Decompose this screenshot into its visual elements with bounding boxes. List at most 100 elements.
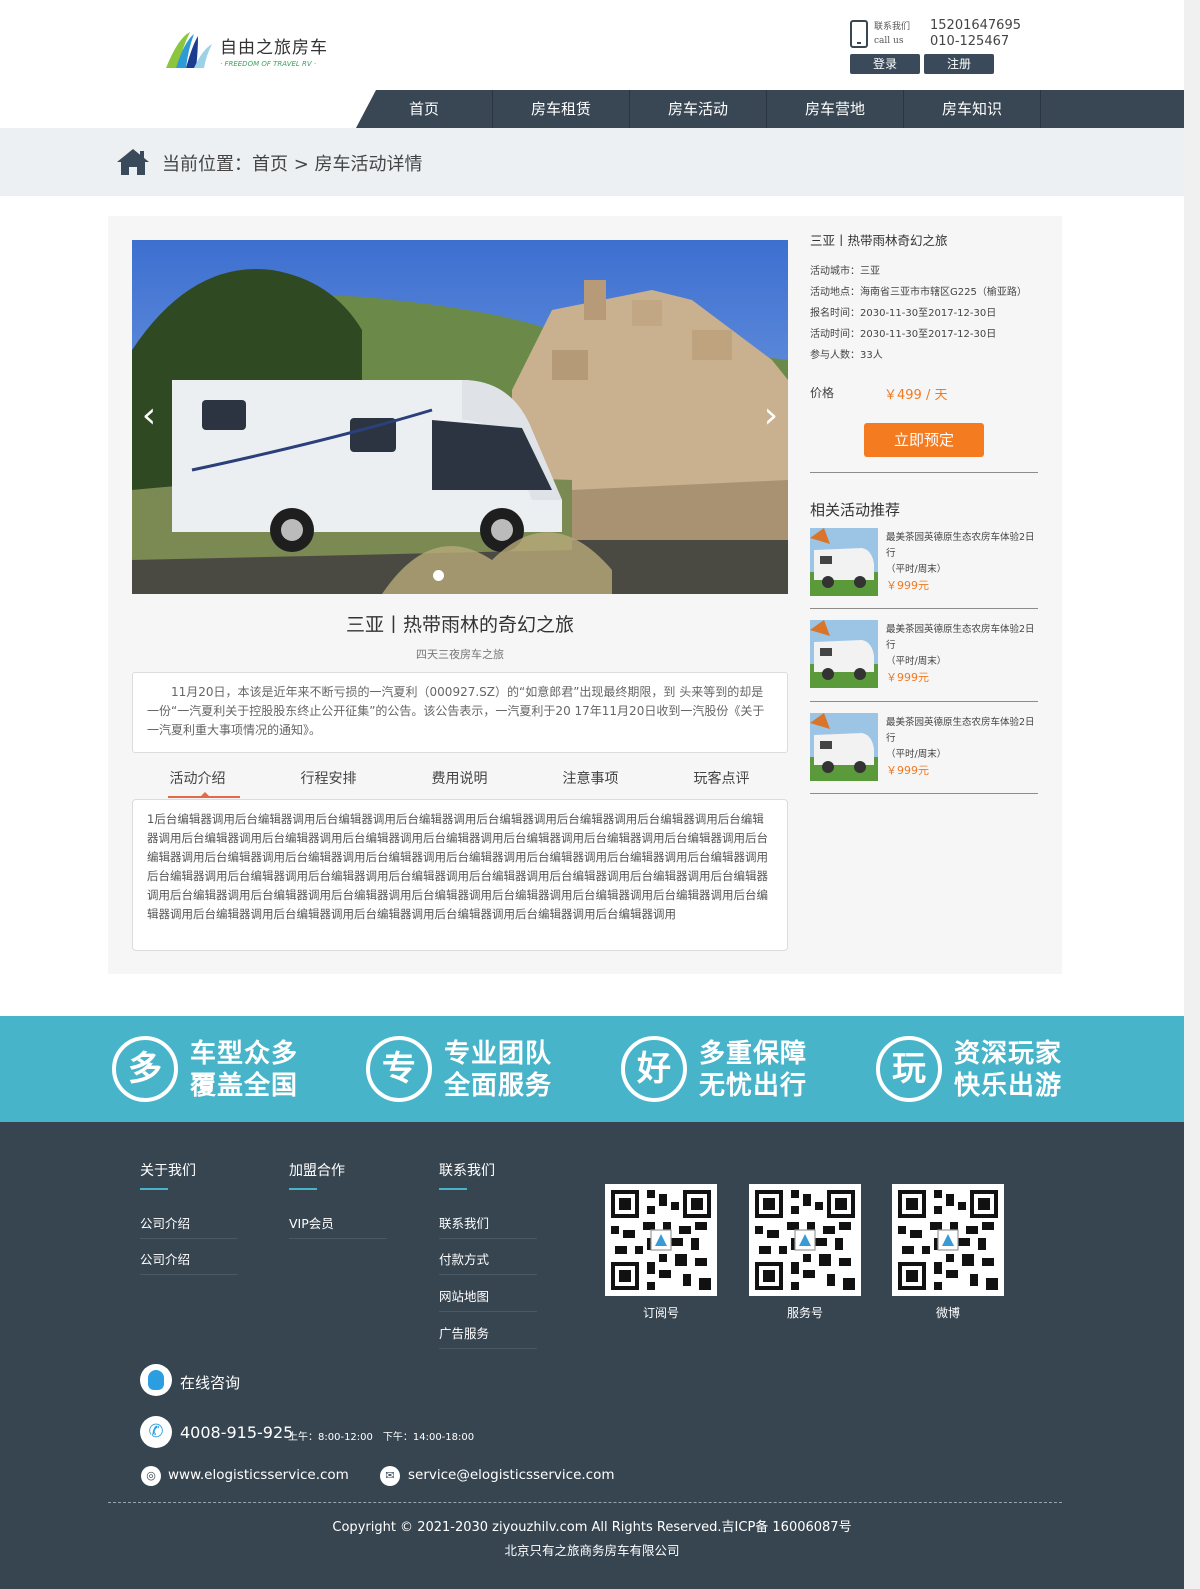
home-icon bbox=[117, 149, 149, 175]
online-consult-link[interactable]: 在线咨询 bbox=[180, 1372, 240, 1393]
qr-label: 订阅号 bbox=[642, 1306, 679, 1320]
tab-fees[interactable]: 费用说明 bbox=[394, 768, 525, 788]
related-thumbnail[interactable] bbox=[810, 620, 878, 688]
site-header: 自由之旅房车 · FREEDOM OF TRAVEL RV · 联系我们 cal… bbox=[0, 0, 1184, 128]
feature-line-2: 全面服务 bbox=[444, 1071, 553, 1101]
footer-link[interactable]: 网站地图 bbox=[439, 1286, 537, 1312]
nav-item-knowledge[interactable]: 房车知识 bbox=[904, 90, 1041, 128]
footer-heading-partner: 加盟合作 bbox=[289, 1160, 345, 1190]
tab-reviews[interactable]: 玩客点评 bbox=[656, 768, 787, 788]
related-item[interactable]: 最美茶园英德原生态农房车体验2日行 （平时/周末） ￥999元 bbox=[810, 526, 1038, 612]
feature-line-2: 无忧出行 bbox=[699, 1071, 808, 1101]
footer-link[interactable]: VIP会员 bbox=[289, 1213, 387, 1239]
feature-text: 多重保障 无忧出行 bbox=[699, 1038, 807, 1102]
footer-link[interactable]: 广告服务 bbox=[439, 1323, 537, 1349]
qq-chat-icon[interactable] bbox=[140, 1364, 172, 1396]
nav-item-campsites[interactable]: 房车营地 bbox=[767, 90, 904, 128]
related-note: （平时/周末） bbox=[886, 749, 947, 760]
divider bbox=[810, 472, 1038, 473]
related-price: ￥999元 bbox=[886, 671, 929, 684]
login-button[interactable]: 登录 bbox=[850, 54, 920, 74]
feature-line-1: 车型众多 bbox=[190, 1039, 299, 1069]
related-title[interactable]: 最美茶园英德原生态农房车体验2日行 bbox=[886, 622, 1038, 654]
page-scrollbar-gutter bbox=[1184, 0, 1200, 1589]
divider bbox=[810, 608, 1038, 609]
related-thumbnail[interactable] bbox=[810, 713, 878, 781]
carousel-dot[interactable] bbox=[433, 570, 444, 581]
header-contact: 联系我们 call us 15201647695 010-125467 登录 注… bbox=[850, 18, 1050, 78]
feature-badge-icon: 好 bbox=[621, 1036, 687, 1102]
related-note: （平时/周末） bbox=[886, 564, 947, 575]
related-text: 最美茶园英德原生态农房车体验2日行 （平时/周末） ￥999元 bbox=[886, 622, 1038, 686]
company-name: 北京只有之旅商务房车有限公司 bbox=[504, 1543, 680, 1558]
related-title[interactable]: 最美茶园英德原生态农房车体验2日行 bbox=[886, 530, 1038, 562]
footer-link[interactable]: 付款方式 bbox=[439, 1249, 537, 1275]
service-hours: 上午：8:00-12:00 下午：14:00-18:00 bbox=[288, 1432, 475, 1443]
feature-badge-icon: 多 bbox=[112, 1036, 178, 1102]
carousel-prev-arrow-icon[interactable]: ‹ bbox=[138, 396, 160, 436]
activity-tabs: 活动介绍 行程安排 费用说明 注意事项 玩客点评 bbox=[132, 766, 788, 800]
page: 自由之旅房车 · FREEDOM OF TRAVEL RV · 联系我们 cal… bbox=[0, 0, 1200, 1589]
contact-label: 联系我们 call us bbox=[874, 20, 910, 48]
register-button[interactable]: 注册 bbox=[924, 54, 994, 74]
nav-item-activities[interactable]: 房车活动 bbox=[630, 90, 767, 128]
website-link[interactable]: www.elogisticsservice.com bbox=[168, 1467, 349, 1483]
logo-name: 自由之旅房车 bbox=[220, 37, 328, 58]
breadcrumb: 当前位置：首页 > 房车活动详情 bbox=[0, 128, 1184, 196]
info-participants: 参与人数：33人 bbox=[810, 350, 883, 361]
related-price: ￥999元 bbox=[886, 764, 929, 777]
active-tab-indicator bbox=[168, 796, 240, 798]
related-item[interactable]: 最美茶园英德原生态农房车体验2日行 （平时/周末） ￥999元 bbox=[810, 618, 1038, 704]
logo-mark-icon bbox=[166, 32, 212, 68]
site-logo[interactable]: 自由之旅房车 · FREEDOM OF TRAVEL RV · bbox=[164, 28, 328, 72]
hotline-number: 4008-915-925 bbox=[180, 1423, 294, 1442]
feature-text: 专业团队 全面服务 bbox=[444, 1038, 552, 1102]
feature-badge-icon: 专 bbox=[366, 1036, 432, 1102]
activity-subtitle: 四天三夜房车之旅 bbox=[416, 648, 504, 661]
related-title[interactable]: 最美茶园英德原生态农房车体验2日行 bbox=[886, 715, 1038, 747]
contact-phone-2: 010-125467 bbox=[930, 34, 1010, 49]
feature-line-2: 覆盖全国 bbox=[190, 1071, 299, 1101]
info-city: 活动城市：三亚 bbox=[810, 266, 880, 277]
activity-detail-card: ‹ › 三亚丨热带雨林的奇幻之旅 四天三夜房车之旅 11月20日，本该是近年来不… bbox=[108, 216, 1062, 974]
related-item[interactable]: 最美茶园英德原生态农房车体验2日行 （平时/周末） ￥999元 bbox=[810, 711, 1038, 797]
carousel-next-arrow-icon[interactable]: › bbox=[760, 396, 782, 436]
qr-code-icon bbox=[605, 1184, 717, 1296]
nav-item-rental[interactable]: 房车租赁 bbox=[493, 90, 630, 128]
footer-link[interactable]: 公司介绍 bbox=[140, 1213, 238, 1239]
qr-label: 服务号 bbox=[786, 1306, 823, 1320]
sidebar-title: 三亚丨热带雨林奇幻之旅 bbox=[810, 233, 948, 248]
contact-label-cn: 联系我们 bbox=[874, 22, 911, 32]
activity-title: 三亚丨热带雨林的奇幻之旅 bbox=[345, 614, 574, 636]
tab-intro[interactable]: 活动介绍 bbox=[132, 768, 263, 788]
contact-numbers: 15201647695 010-125467 bbox=[930, 18, 1021, 50]
book-now-button[interactable]: 立即预定 bbox=[864, 423, 984, 457]
nav-item-home[interactable]: 首页 bbox=[356, 90, 493, 128]
activity-intro: 11月20日，本该是近年来不断亏损的一汽夏利（000927.SZ）的“如意郎君”… bbox=[132, 672, 788, 753]
breadcrumb-text[interactable]: 当前位置：首页 > 房车活动详情 bbox=[162, 150, 423, 176]
copyright-text: Copyright © 2021-2030 ziyouzhilv.com All… bbox=[332, 1520, 852, 1535]
price-label: 价格 bbox=[810, 386, 835, 400]
contact-phone-1: 15201647695 bbox=[930, 18, 1021, 33]
footer-link[interactable]: 联系我们 bbox=[439, 1213, 537, 1239]
related-price: ￥999元 bbox=[886, 579, 929, 592]
tab-content: 1后台编辑器调用后台编辑器调用后台编辑器调用后台编辑器调用后台编辑器调用后台编辑… bbox=[132, 799, 788, 951]
footer-heading-about: 关于我们 bbox=[140, 1160, 196, 1190]
price-value: ￥499 / 天 bbox=[884, 388, 948, 403]
image-carousel[interactable]: ‹ › bbox=[132, 240, 788, 594]
feature-line-2: 快乐出游 bbox=[954, 1071, 1063, 1101]
related-text: 最美茶园英德原生态农房车体验2日行 （平时/周末） ￥999元 bbox=[886, 530, 1038, 594]
divider bbox=[810, 701, 1038, 702]
related-note: （平时/周末） bbox=[886, 656, 947, 667]
related-thumbnail[interactable] bbox=[810, 528, 878, 596]
tab-itinerary[interactable]: 行程安排 bbox=[263, 768, 394, 788]
feature-line-1: 资深玩家 bbox=[954, 1039, 1063, 1069]
related-text: 最美茶园英德原生态农房车体验2日行 （平时/周末） ￥999元 bbox=[886, 715, 1038, 779]
logo-tagline: · FREEDOM OF TRAVEL RV · bbox=[220, 59, 317, 68]
footer-link[interactable]: 公司介绍 bbox=[140, 1249, 238, 1275]
footer-divider bbox=[108, 1502, 1062, 1503]
email-link[interactable]: service@elogisticsservice.com bbox=[408, 1467, 615, 1483]
tab-notes[interactable]: 注意事项 bbox=[525, 768, 656, 788]
email-icon: ✉ bbox=[380, 1466, 400, 1486]
divider bbox=[810, 793, 1038, 794]
